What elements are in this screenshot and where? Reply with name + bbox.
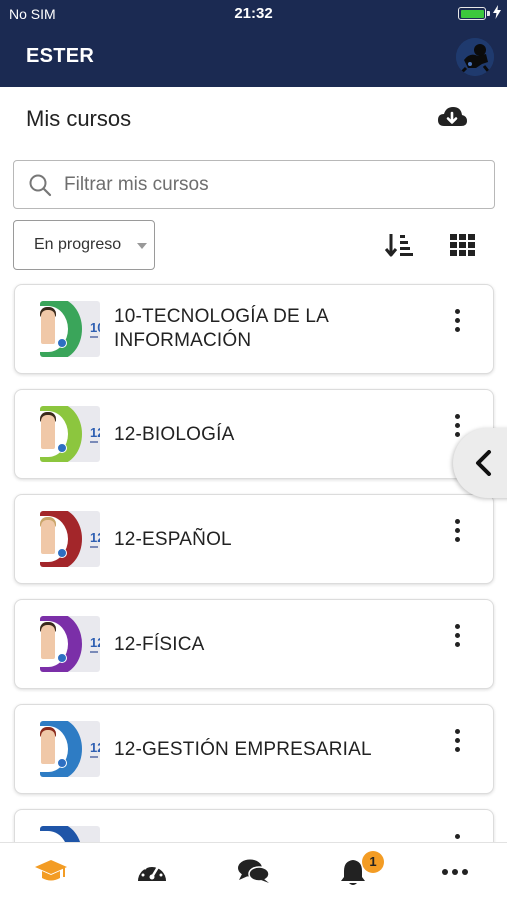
nav-courses[interactable]: [33, 857, 73, 889]
thumbnail-number: 12: [90, 740, 100, 755]
thumbnail-number: 12: [90, 635, 100, 650]
thumbnail-number: 12: [90, 425, 100, 440]
course-card[interactable]: 12 12-GESTIÓN EMPRESARIAL: [14, 704, 494, 794]
course-card[interactable]: 12 12-ESPAÑOL: [14, 494, 494, 584]
nav-dashboard[interactable]: [135, 857, 175, 889]
user-avatar[interactable]: [456, 38, 494, 76]
thumbnail-number: 10: [90, 320, 100, 335]
course-title: 10-TECNOLOGÍA DE LA INFORMACIÓN: [114, 306, 329, 351]
course-thumbnail: 12: [40, 511, 100, 567]
chevron-down-icon: [137, 243, 147, 249]
course-thumbnail: 12: [40, 616, 100, 672]
charging-icon: [493, 5, 501, 19]
open-drawer-tab[interactable]: [453, 428, 507, 498]
status-bar: No SIM 21:32: [0, 0, 507, 28]
dashboard-icon: [138, 863, 166, 881]
battery-icon: [458, 7, 486, 20]
course-title: 12-GESTIÓN EMPRESARIAL: [114, 739, 372, 760]
app-header: No SIM 21:32 ESTER: [0, 0, 507, 87]
nav-messages[interactable]: [236, 857, 276, 889]
course-title: 12-BIOLOGÍA: [114, 424, 235, 445]
search-input[interactable]: [64, 170, 484, 200]
chevron-left-icon: [476, 450, 491, 476]
sort-ascending-icon[interactable]: [385, 232, 413, 258]
cloud-download-icon[interactable]: [436, 104, 468, 132]
user-name: ESTER: [26, 45, 95, 67]
search-box: [13, 160, 495, 209]
page-title: Mis cursos: [26, 106, 132, 131]
more-options-icon[interactable]: [452, 729, 462, 757]
course-card[interactable]: 10 10-TECNOLOGÍA DE LAINFORMACIÓN: [14, 284, 494, 374]
course-thumbnail: 12: [40, 406, 100, 462]
graduation-cap-icon: [35, 860, 67, 881]
grid-view-icon[interactable]: [450, 234, 476, 256]
thumbnail-number: 12: [90, 530, 100, 545]
more-icon: [442, 869, 468, 875]
search-icon: [29, 174, 52, 197]
course-card[interactable]: 12 12-FÍSICA: [14, 599, 494, 689]
course-thumbnail: 10: [40, 301, 100, 357]
filter-selected-label: En progreso: [34, 236, 122, 253]
bottom-navigation: [0, 842, 507, 900]
progress-filter-select[interactable]: En progreso: [13, 220, 155, 270]
more-options-icon[interactable]: [452, 309, 462, 337]
messages-icon: [238, 859, 270, 883]
more-options-icon[interactable]: [452, 624, 462, 652]
more-options-icon[interactable]: [452, 519, 462, 547]
notifications-badge: 1: [362, 851, 384, 873]
clock: 21:32: [234, 5, 273, 22]
course-title: 12-FÍSICA: [114, 634, 205, 655]
course-card[interactable]: 12 12-BIOLOGÍA: [14, 389, 494, 479]
more-options-icon[interactable]: [452, 414, 462, 442]
nav-more[interactable]: [440, 857, 480, 889]
course-thumbnail: 12: [40, 721, 100, 777]
course-title: 12-ESPAÑOL: [114, 529, 232, 550]
